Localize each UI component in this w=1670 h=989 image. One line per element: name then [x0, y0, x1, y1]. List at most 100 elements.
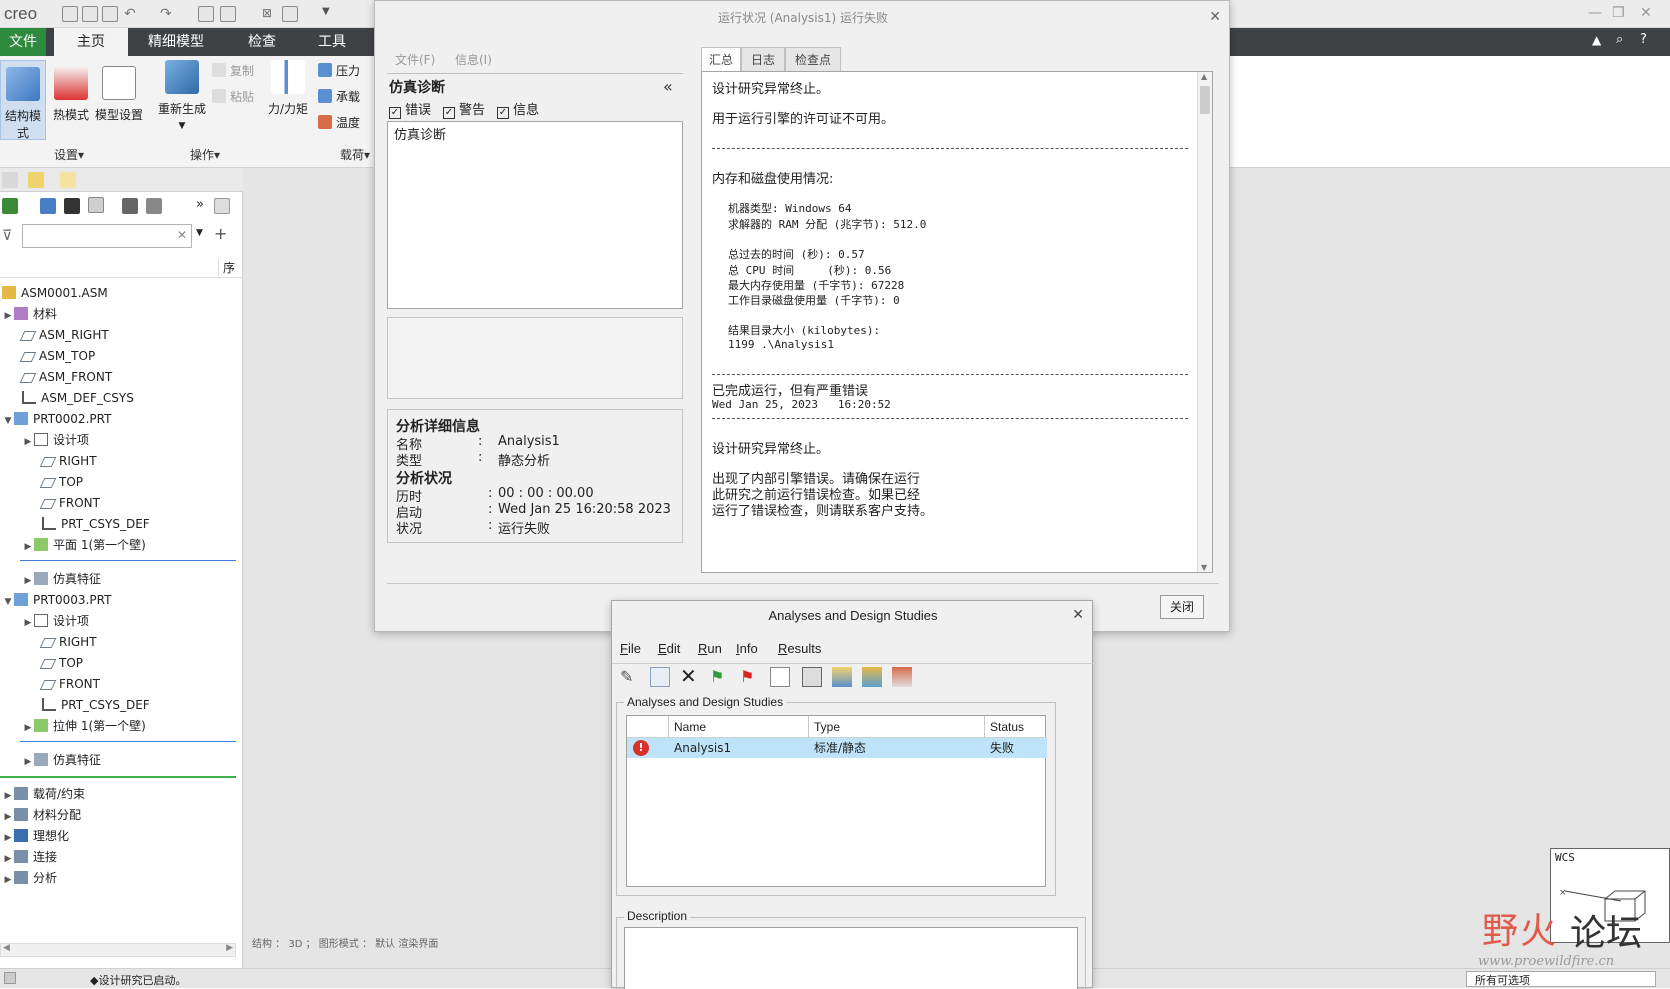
- restore-icon[interactable]: ❐: [1612, 5, 1625, 21]
- thermal-mode-button[interactable]: 热模式: [50, 66, 92, 123]
- errors-checkbox[interactable]: ✓ 错误: [389, 99, 431, 119]
- expand-icon[interactable]: ▶: [2, 786, 14, 806]
- tree-item[interactable]: ▶ 设计项: [22, 611, 89, 631]
- expand-icon[interactable]: ▶: [22, 537, 34, 557]
- fatigue-icon[interactable]: [892, 667, 912, 687]
- horizontal-scrollbar[interactable]: ◀ ▶: [0, 943, 236, 957]
- menu-edit[interactable]: Edit: [658, 641, 680, 656]
- menu-file[interactable]: 文件(F): [395, 51, 435, 68]
- description-text-area[interactable]: [624, 927, 1078, 989]
- status-icon[interactable]: [770, 667, 790, 687]
- scroll-thumb[interactable]: [1200, 86, 1210, 114]
- tab-file[interactable]: 文件: [0, 28, 46, 56]
- tab-summary[interactable]: 汇总: [701, 47, 741, 73]
- tree-item[interactable]: ASM_FRONT: [19, 367, 112, 387]
- redo-icon[interactable]: ↷: [160, 6, 176, 22]
- tree-item[interactable]: FRONT: [39, 493, 100, 513]
- tree-item[interactable]: RIGHT: [39, 632, 97, 652]
- status-icon[interactable]: [4, 972, 16, 984]
- pressure-button[interactable]: 压力: [318, 62, 360, 79]
- close-window-icon[interactable]: ⊠: [262, 6, 278, 22]
- tab-refine-model[interactable]: 精细模型: [136, 28, 216, 56]
- filter-dropdown-icon[interactable]: ▼: [196, 228, 203, 238]
- tree-filter-icon[interactable]: [122, 198, 138, 214]
- analyses-table[interactable]: Name Type Status ! Analysis1 标准/静态 失败: [626, 715, 1047, 887]
- structure-mode-button[interactable]: 结构模式: [0, 60, 46, 140]
- copy-button[interactable]: 复制: [212, 62, 254, 79]
- vertical-scrollbar[interactable]: ▲ ▼: [1197, 72, 1212, 572]
- expand-icon[interactable]: ▶: [22, 752, 34, 772]
- close-icon[interactable]: ✕: [1072, 607, 1084, 623]
- scroll-right-icon[interactable]: ▶: [226, 943, 233, 953]
- open-file-icon[interactable]: [82, 6, 98, 22]
- expand-icon[interactable]: ▶: [22, 432, 34, 452]
- warnings-checkbox[interactable]: ✓ 警告: [443, 99, 485, 119]
- expand-icon[interactable]: ▶: [2, 849, 14, 869]
- scroll-left-icon[interactable]: ◀: [3, 943, 10, 953]
- customize-icon[interactable]: [282, 6, 298, 22]
- scroll-up-icon[interactable]: ▲: [1201, 72, 1207, 81]
- tree-item[interactable]: ▶ 拉伸 1(第一个壁): [22, 716, 146, 736]
- start-flag-icon[interactable]: ⚑: [710, 667, 730, 687]
- undo-icon[interactable]: ↶: [124, 6, 140, 22]
- column-name[interactable]: Name: [669, 716, 809, 738]
- scroll-down-icon[interactable]: ▼: [1201, 563, 1207, 572]
- close-icon[interactable]: ✕: [1209, 9, 1221, 25]
- delete-icon[interactable]: ✕: [680, 666, 700, 687]
- edit-pencil-icon[interactable]: ✎: [620, 667, 640, 687]
- regenerate-icon[interactable]: [198, 6, 214, 22]
- tree-item[interactable]: PRT_CSYS_DEF: [42, 695, 150, 715]
- summary-text-area[interactable]: 设计研究异常终止。 用于运行引擎的许可证不可用。 内存和磁盘使用情况: 机器类型…: [701, 71, 1213, 573]
- tree-item[interactable]: ▼ PRT0003.PRT: [2, 590, 111, 610]
- tree-item[interactable]: ▶ 连接: [2, 847, 57, 867]
- collapse-icon[interactable]: ▼: [2, 592, 14, 612]
- stop-flag-icon[interactable]: ⚑: [740, 667, 760, 687]
- regenerate-button[interactable]: 重新生成 ▼: [154, 60, 210, 131]
- more-icon[interactable]: »: [196, 197, 204, 212]
- bearing-button[interactable]: 承载: [318, 88, 360, 105]
- tree-item[interactable]: ▶ 材料分配: [2, 805, 81, 825]
- summary-icon[interactable]: [802, 667, 822, 687]
- new-file-icon[interactable]: [62, 6, 78, 22]
- expand-icon[interactable]: ▶: [22, 571, 34, 591]
- expand-icon[interactable]: ▶: [2, 870, 14, 890]
- tree-item[interactable]: PRT_CSYS_DEF: [42, 514, 150, 534]
- info-checkbox[interactable]: ✓ 信息: [497, 99, 539, 119]
- document-icon[interactable]: [214, 198, 230, 214]
- clear-icon[interactable]: ✕: [177, 228, 187, 242]
- collapse-icon[interactable]: ▼: [2, 411, 14, 431]
- column-icon[interactable]: [627, 716, 669, 738]
- tree-item[interactable]: FRONT: [39, 674, 100, 694]
- collapse-panel-icon[interactable]: «: [663, 77, 673, 96]
- table-row[interactable]: ! Analysis1 标准/静态 失败: [627, 738, 1047, 758]
- tree-item[interactable]: ▶ 仿真特征: [22, 569, 101, 589]
- tree-item[interactable]: ▼ PRT0002.PRT: [2, 409, 111, 429]
- tree-item[interactable]: RIGHT: [39, 451, 97, 471]
- tree-item[interactable]: ASM_DEF_CSYS: [22, 388, 134, 408]
- add-icon[interactable]: +: [214, 224, 227, 243]
- tab-tools[interactable]: 工具: [302, 28, 362, 56]
- model-icon[interactable]: [2, 198, 18, 214]
- tree-item[interactable]: ▶ 仿真特征: [22, 750, 101, 770]
- tree-item[interactable]: TOP: [39, 472, 83, 492]
- show-list-icon[interactable]: [40, 198, 56, 214]
- model-tree-tab-icon[interactable]: [2, 172, 18, 188]
- results-icon[interactable]: [832, 667, 852, 687]
- expand-icon[interactable]: ▶: [2, 828, 14, 848]
- tab-checkpoints[interactable]: 检查点: [785, 47, 841, 71]
- window-close-icon[interactable]: ✕: [1640, 5, 1652, 21]
- menu-file[interactable]: File: [620, 641, 641, 656]
- tree-item[interactable]: ▶ 载荷/约束: [2, 784, 85, 804]
- list-item[interactable]: 仿真诊断: [394, 124, 446, 143]
- tree-search-input[interactable]: ✕: [22, 224, 192, 248]
- tree-item[interactable]: ▶ 材料: [2, 304, 57, 324]
- favorites-tab-icon[interactable]: [60, 172, 76, 188]
- copy-icon[interactable]: [650, 667, 670, 687]
- group-loads[interactable]: 载荷▾: [340, 146, 370, 163]
- help-icon[interactable]: ?: [1640, 32, 1647, 47]
- menu-results[interactable]: Results: [778, 641, 821, 656]
- windows-icon[interactable]: [220, 6, 236, 22]
- column-type[interactable]: Type: [809, 716, 985, 738]
- quick-access-dropdown-icon[interactable]: ▼: [322, 6, 338, 22]
- collapse-ribbon-icon[interactable]: ▲: [1592, 33, 1601, 47]
